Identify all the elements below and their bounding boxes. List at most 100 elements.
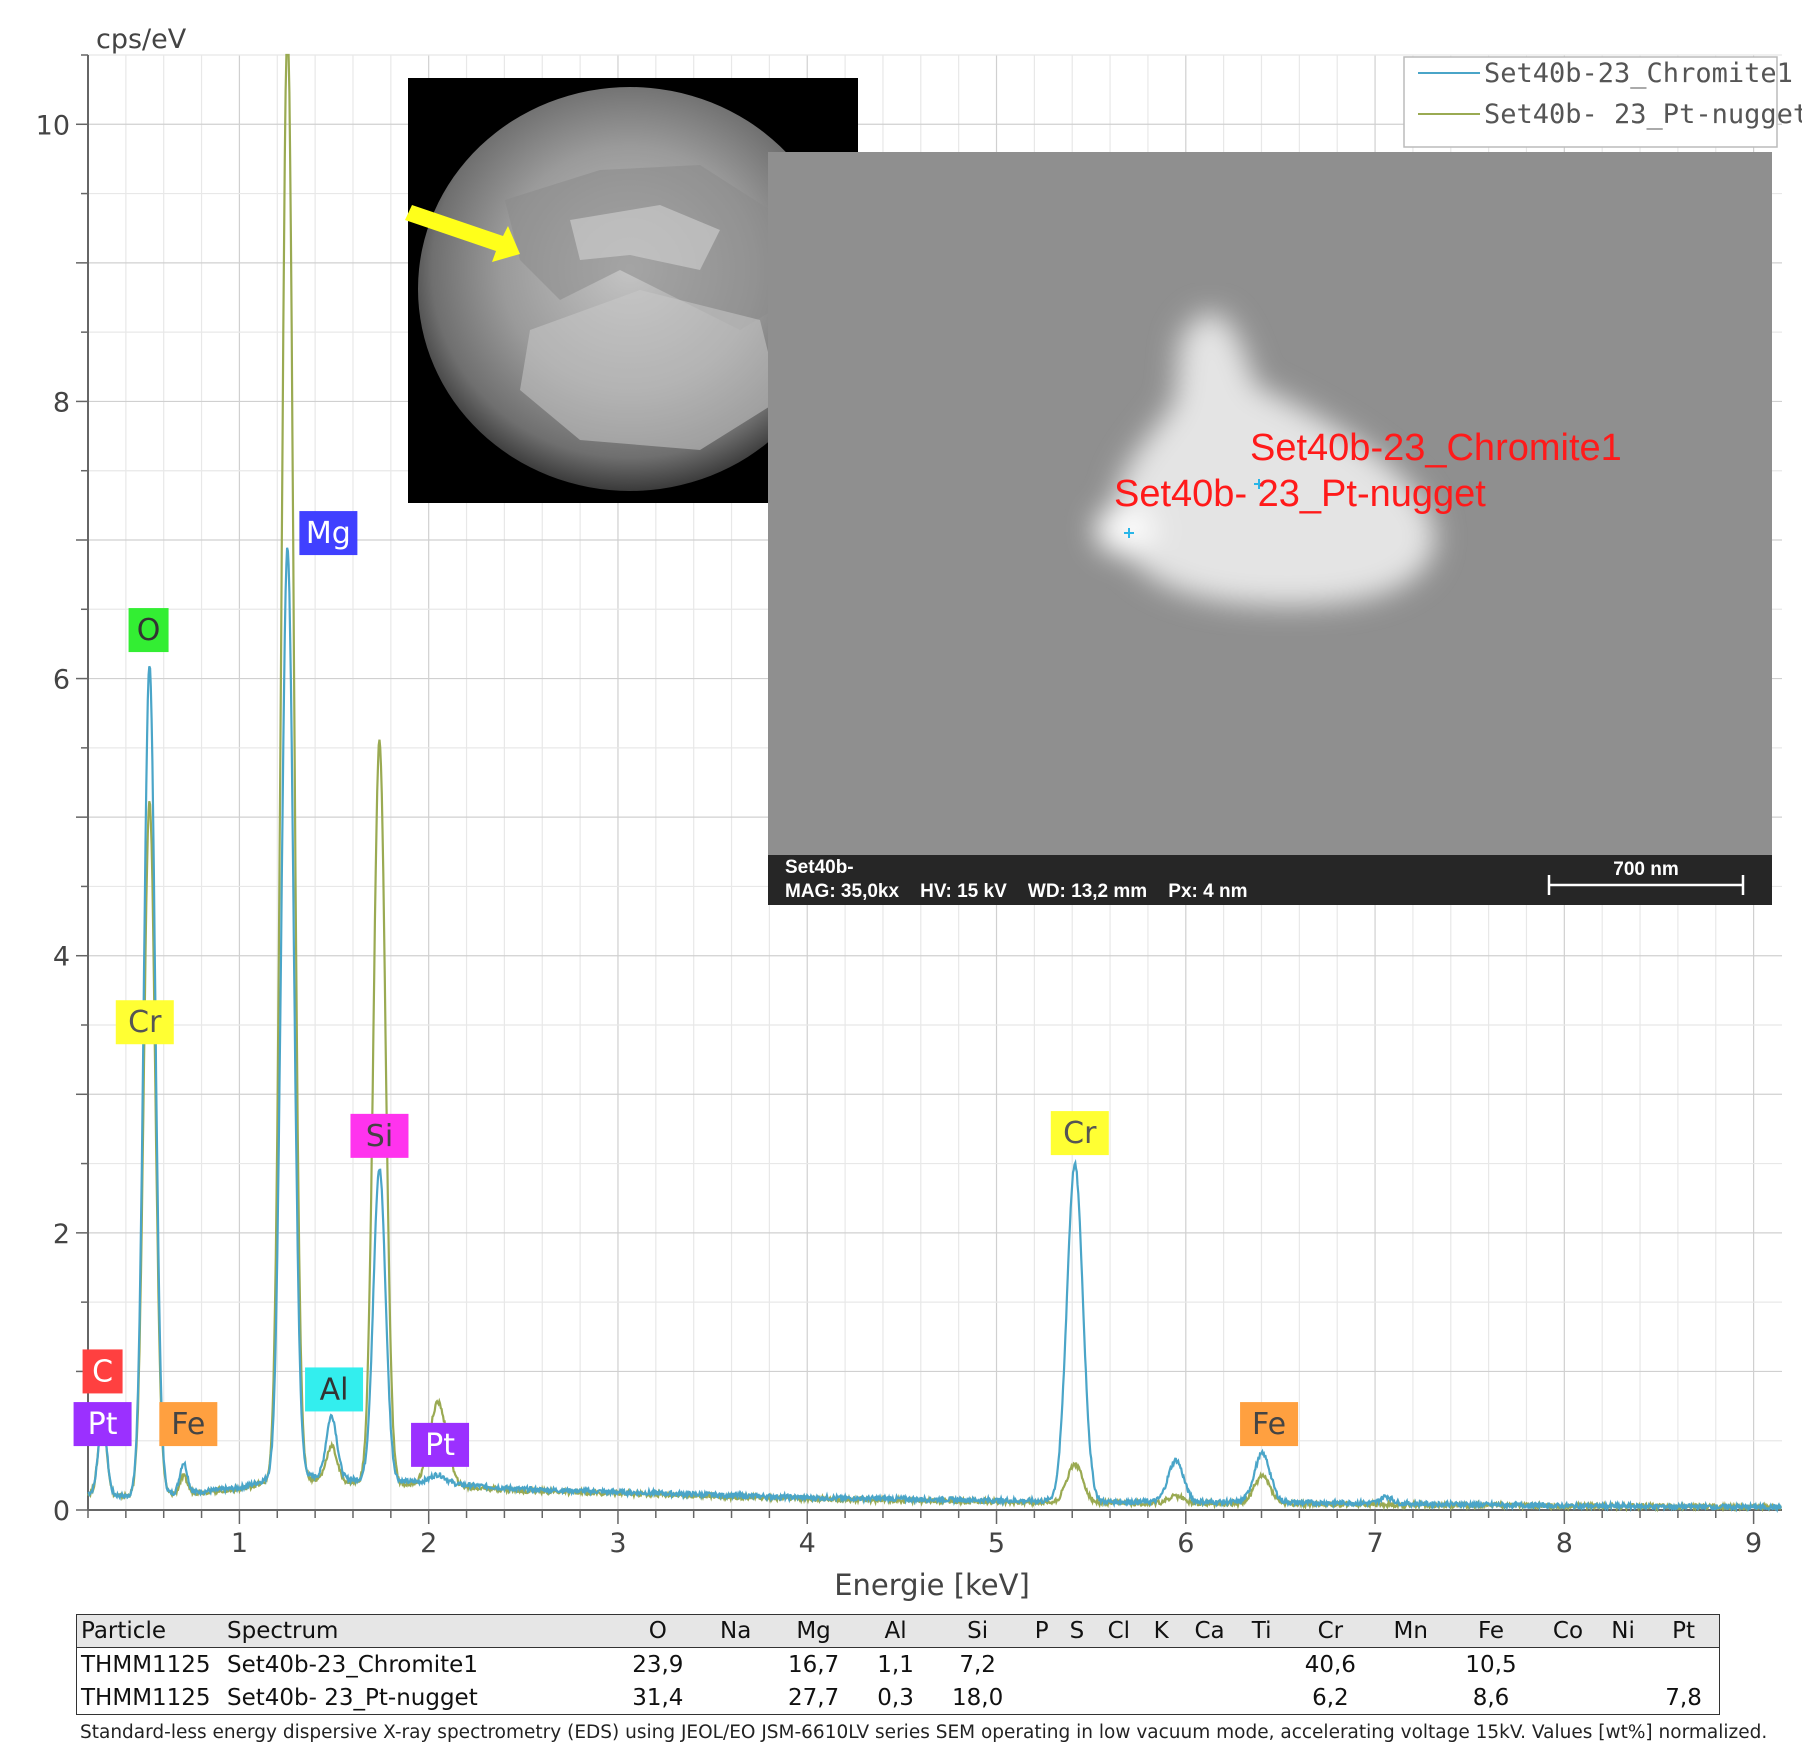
- y-tick-label: 4: [53, 942, 70, 973]
- table-cell: [1059, 1648, 1095, 1682]
- svg-text:C: C: [92, 1354, 113, 1389]
- table-cell: [1377, 1648, 1444, 1682]
- table-header-cell: Ni: [1598, 1614, 1649, 1648]
- svg-text:Pt: Pt: [425, 1428, 455, 1463]
- svg-text:Fe: Fe: [171, 1407, 205, 1442]
- svg-text:Si: Si: [366, 1119, 393, 1154]
- table-header-cell: Mg: [766, 1614, 861, 1648]
- x-tick-label: 1: [231, 1528, 248, 1559]
- table-cell: [1538, 1648, 1598, 1682]
- svg-text:Pt: Pt: [88, 1407, 118, 1442]
- table-header-cell: Cr: [1283, 1614, 1378, 1648]
- table-cell: 31,4: [632, 1684, 684, 1711]
- table-cell: 8,6: [1472, 1684, 1510, 1711]
- table-header-cell: Al: [860, 1614, 931, 1648]
- table-header-cell: S: [1059, 1614, 1095, 1648]
- table-cell: [1598, 1681, 1648, 1715]
- table-cell: 0,3: [877, 1684, 914, 1711]
- table-body: THMM1125 Set40b-23_Chromite1 23,9 16,7 1,1 7,…: [77, 1648, 1720, 1715]
- table-cell: 23,9: [632, 1651, 684, 1678]
- table-cell: Set40b- 23_Pt-nugget: [227, 1684, 478, 1711]
- table-header-cell: Pt: [1648, 1614, 1720, 1648]
- table-cell: [705, 1648, 767, 1682]
- table-header-cell: Mn: [1377, 1614, 1445, 1648]
- table-header-cell: Ti: [1239, 1614, 1284, 1648]
- table-header-cell: Si: [930, 1614, 1025, 1648]
- sem-acquisition-info: MAG: 35,0kx HV: 15 kV WD: 13,2 mm Px: 4 …: [785, 881, 1248, 902]
- sem-scale-label: 700 nm: [1613, 859, 1678, 880]
- table-cell: [1179, 1681, 1239, 1715]
- table-cell: [1095, 1648, 1143, 1682]
- element-label-fe: Fe: [1240, 1402, 1299, 1447]
- y-tick-label: 2: [53, 1219, 70, 1250]
- composition-table: Particle Spectrum O Na Mg Al Si P S Cl K Ca Ti Cr Mn Fe…: [76, 1614, 1720, 1715]
- svg-text:Al: Al: [320, 1372, 349, 1407]
- legend-entry-pt-nugget: Set40b- 23_Pt-nugget: [1484, 99, 1802, 130]
- table-cell: [1377, 1681, 1444, 1715]
- table-cell: 16,7: [787, 1651, 840, 1678]
- table-header-cell: Cl: [1094, 1614, 1143, 1648]
- table-cell: [1024, 1648, 1059, 1682]
- element-label-c: C: [82, 1349, 123, 1394]
- table-header-cell: P: [1024, 1614, 1060, 1648]
- sem-inset: Set40b- MAG: 35,0kx HV: 15 kV WD: 13,2 m…: [768, 152, 1772, 905]
- table-header-cell: Particle: [76, 1614, 223, 1648]
- x-tick-label: 2: [420, 1528, 437, 1559]
- table-cell: [1598, 1648, 1648, 1682]
- table-cell: THMM1125: [81, 1651, 211, 1678]
- table-cell: THMM1125: [81, 1684, 211, 1711]
- table-header-row: Particle Spectrum O Na Mg Al Si P S Cl K Ca Ti Cr Mn Fe…: [76, 1614, 1720, 1648]
- element-label-cr: Cr: [115, 1000, 174, 1045]
- table-cell: [1240, 1681, 1284, 1715]
- element-label-o: O: [128, 608, 169, 653]
- element-label-fe: Fe: [159, 1402, 218, 1447]
- element-label-si: Si: [350, 1113, 409, 1158]
- table-cell: [1648, 1648, 1719, 1682]
- x-tick-label: 8: [1556, 1528, 1573, 1559]
- table-header-cell: Co: [1537, 1614, 1599, 1648]
- svg-text:Fe: Fe: [1252, 1407, 1286, 1442]
- table-row: THMM1125 Set40b- 23_Pt-nugget 31,4 27,7 0,3 1…: [77, 1681, 1720, 1715]
- y-tick-label: 10: [36, 110, 70, 141]
- y-axis-label: cps/eV: [96, 24, 187, 55]
- footnote: Standard-less energy dispersive X-ray sp…: [80, 1722, 1768, 1743]
- table-cell: [1143, 1648, 1180, 1682]
- table-cell: 18,0: [952, 1684, 1004, 1711]
- element-label-pt: Pt: [73, 1402, 132, 1447]
- svg-text:Cr: Cr: [128, 1005, 162, 1040]
- table-cell: [1059, 1681, 1095, 1715]
- y-tick-label: 0: [53, 1496, 70, 1527]
- legend: Set40b-23_Chromite1 Set40b- 23_Pt-nugget: [1403, 56, 1802, 148]
- sem-point-label-pt-nugget: Set40b- 23_Pt-nugget: [1114, 473, 1486, 515]
- sem-point-label-chromite: Set40b-23_Chromite1: [1250, 427, 1622, 469]
- svg-text:O: O: [137, 613, 161, 648]
- table-cell: 27,7: [787, 1684, 840, 1711]
- table-header-cell: Na: [704, 1614, 767, 1648]
- x-tick-label: 3: [609, 1528, 626, 1559]
- table-header-cell: O: [611, 1614, 705, 1648]
- x-tick-label: 7: [1366, 1528, 1383, 1559]
- eds-spectrum-figure: 1 2 3 4 5 6 7 8 90246810 cps/eV Energie [keV] CP…: [36, 24, 1802, 1602]
- element-label-pt: Pt: [411, 1422, 470, 1467]
- table-header-cell: Ca: [1179, 1614, 1240, 1648]
- table-cell: 6,2: [1312, 1684, 1349, 1711]
- x-tick-label: 9: [1745, 1528, 1762, 1559]
- table-header-cell: K: [1142, 1614, 1180, 1648]
- table-cell: [1024, 1681, 1059, 1715]
- x-tick-label: 6: [1177, 1528, 1194, 1559]
- table-header-cell: Fe: [1444, 1614, 1538, 1648]
- table-cell: [1538, 1681, 1598, 1715]
- element-label-mg: Mg: [299, 511, 358, 556]
- element-label-cr: Cr: [1050, 1111, 1109, 1156]
- sem-sample-name: Set40b-: [785, 857, 854, 878]
- x-axis-label: Energie [keV]: [834, 1568, 1030, 1602]
- element-label-al: Al: [305, 1367, 364, 1412]
- table-header-cell: Spectrum: [223, 1614, 611, 1648]
- table-cell: 40,6: [1304, 1651, 1356, 1678]
- svg-text:Mg: Mg: [306, 516, 351, 551]
- table-cell: Set40b-23_Chromite1: [227, 1651, 478, 1678]
- table-cell: 1,1: [877, 1651, 914, 1678]
- svg-text:Cr: Cr: [1063, 1116, 1097, 1151]
- x-tick-label: 4: [799, 1528, 816, 1559]
- table-cell: [1179, 1648, 1239, 1682]
